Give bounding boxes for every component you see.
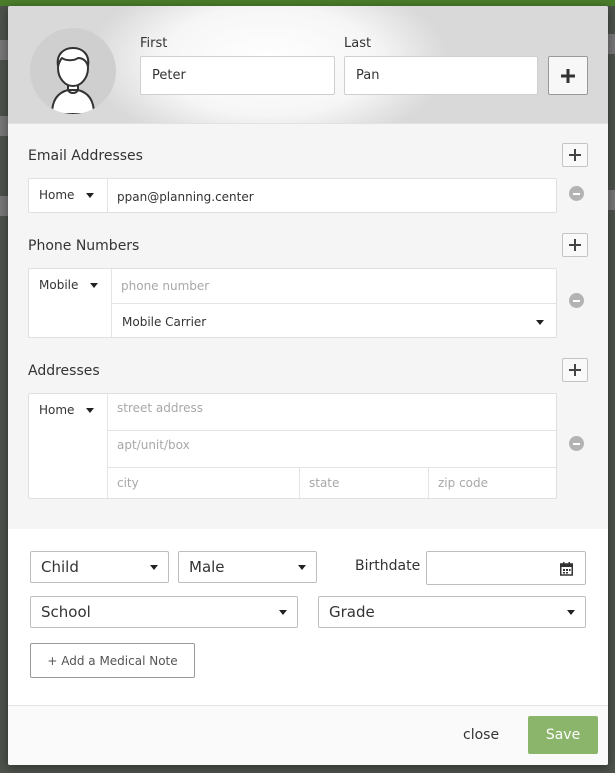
avatar[interactable]	[30, 28, 116, 114]
address-row: Home street address apt/unit/box city st…	[28, 393, 557, 499]
last-name-label: Last	[344, 36, 372, 51]
chevron-down-icon	[86, 192, 95, 198]
chevron-down-icon	[150, 565, 158, 570]
add-name-field-button[interactable]	[548, 56, 588, 95]
role-value: Child	[41, 558, 79, 576]
address-type-select[interactable]: Home	[39, 403, 95, 417]
divider	[108, 467, 556, 468]
divider	[107, 179, 108, 212]
divider	[299, 467, 300, 498]
zip-code-input[interactable]: zip code	[438, 476, 488, 490]
modal-header: First Peter Last Pan	[8, 6, 608, 124]
divider	[108, 430, 556, 431]
address-type-value: Home	[39, 403, 75, 417]
email-input[interactable]: ppan@planning.center	[117, 190, 254, 204]
last-name-value: Pan	[356, 68, 380, 83]
email-row: Home ppan@planning.center	[28, 178, 557, 213]
add-person-modal: First Peter Last Pan Email Addresses Hom…	[8, 6, 608, 765]
phone-number-input[interactable]: phone number	[121, 279, 209, 293]
email-type-value: Home	[39, 188, 75, 202]
backdrop-edge	[0, 116, 8, 136]
apt-unit-input[interactable]: apt/unit/box	[117, 438, 190, 452]
email-section-title: Email Addresses	[28, 148, 143, 164]
add-address-button[interactable]	[562, 358, 588, 382]
chevron-down-icon	[567, 610, 575, 615]
grade-select[interactable]: Grade	[318, 596, 586, 628]
chevron-down-icon	[279, 610, 287, 615]
phone-section-title: Phone Numbers	[28, 238, 140, 254]
add-email-button[interactable]	[562, 143, 588, 167]
divider	[107, 394, 108, 498]
plus-icon	[569, 149, 581, 161]
city-input[interactable]: city	[117, 476, 139, 490]
last-name-input[interactable]: Pan	[344, 56, 538, 95]
state-input[interactable]: state	[309, 476, 339, 490]
plus-icon	[569, 364, 581, 376]
modal-footer: close Save	[8, 705, 608, 765]
chevron-down-icon	[90, 282, 99, 288]
gender-value: Male	[189, 558, 225, 576]
plus-icon	[561, 68, 575, 83]
chevron-down-icon	[536, 320, 544, 325]
phone-type-value: Mobile	[39, 278, 79, 292]
phone-row: Mobile phone number Mobile Carrier	[28, 268, 557, 338]
remove-phone-button[interactable]	[569, 293, 584, 308]
birthdate-label: Birthdate	[355, 558, 421, 574]
chevron-down-icon	[86, 407, 95, 413]
add-phone-button[interactable]	[562, 233, 588, 257]
gender-select[interactable]: Male	[178, 551, 317, 583]
address-section-title: Addresses	[28, 363, 100, 379]
birthdate-input[interactable]	[426, 551, 586, 585]
person-silhouette-icon	[50, 47, 96, 114]
save-button[interactable]: Save	[528, 716, 598, 754]
first-name-value: Peter	[152, 68, 186, 83]
details-section: Child Male Birthdate School Grade + Add …	[8, 529, 608, 705]
close-button[interactable]: close	[463, 727, 499, 743]
chevron-down-icon	[298, 565, 306, 570]
backdrop-edge	[607, 190, 615, 210]
calendar-icon[interactable]	[560, 562, 573, 576]
phone-type-select[interactable]: Mobile	[39, 278, 99, 292]
remove-address-button[interactable]	[569, 436, 584, 451]
backdrop-edge	[0, 196, 8, 216]
divider	[428, 467, 429, 498]
remove-email-button[interactable]	[569, 186, 584, 201]
school-select[interactable]: School	[30, 596, 298, 628]
backdrop-edge	[0, 40, 8, 60]
mobile-carrier-value: Mobile Carrier	[122, 315, 207, 329]
street-address-input[interactable]: street address	[117, 401, 203, 415]
mobile-carrier-select[interactable]: Mobile Carrier	[112, 304, 556, 337]
school-value: School	[41, 603, 91, 621]
first-name-input[interactable]: Peter	[140, 56, 335, 95]
backdrop-edge	[607, 34, 615, 54]
grade-value: Grade	[329, 603, 375, 621]
plus-icon	[569, 239, 581, 251]
email-type-select[interactable]: Home	[39, 188, 95, 202]
add-medical-note-button[interactable]: + Add a Medical Note	[30, 643, 195, 678]
first-name-label: First	[140, 36, 168, 51]
role-select[interactable]: Child	[30, 551, 169, 583]
